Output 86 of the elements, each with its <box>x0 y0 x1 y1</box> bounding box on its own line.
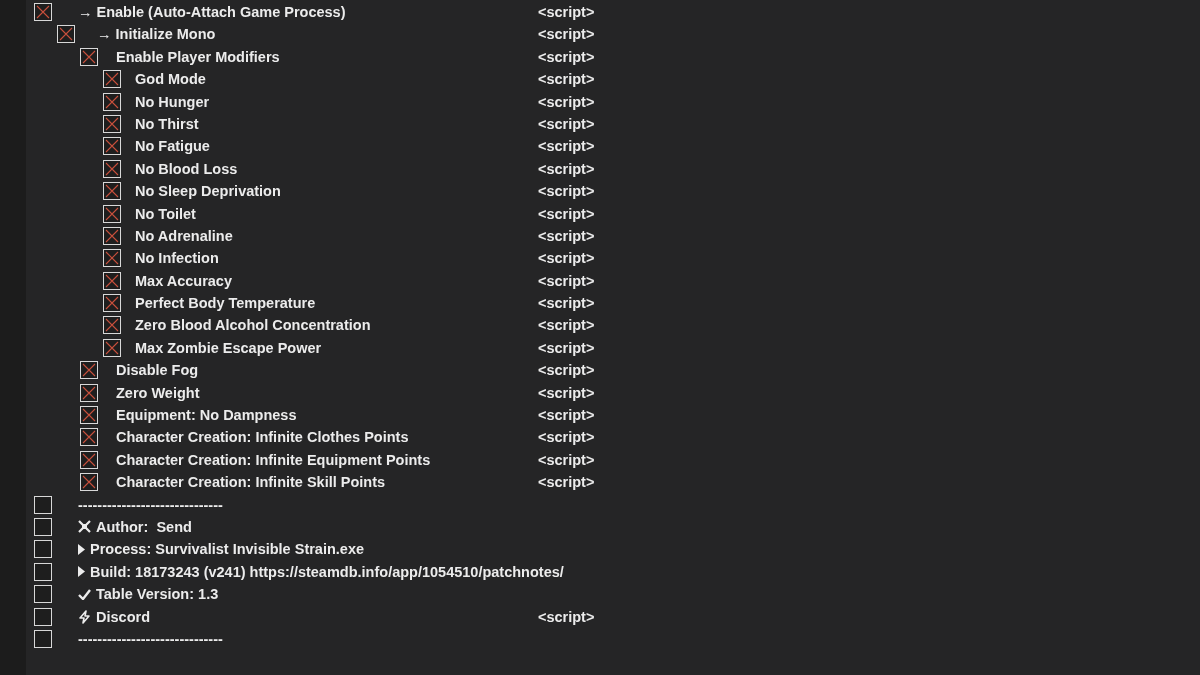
bolt-icon <box>78 609 91 624</box>
entry-description: No Infection <box>135 250 219 267</box>
checkbox[interactable] <box>34 540 52 559</box>
crossbones-icon <box>78 520 91 534</box>
entry-description: No Adrenaline <box>135 227 233 244</box>
entry-description: No Sleep Deprivation <box>135 183 281 200</box>
checkbox[interactable] <box>103 114 121 133</box>
entry-value: <script> <box>538 4 595 20</box>
entry-value: <script> <box>538 205 595 222</box>
triangle-icon <box>78 566 85 578</box>
entry-value: <script> <box>538 250 595 267</box>
entry-description: ------------------------------ <box>78 630 223 647</box>
entry-value: <script> <box>538 71 595 88</box>
checkbox[interactable] <box>80 406 98 425</box>
entry-value: <script> <box>538 93 595 110</box>
entry-description: Table Version: 1.3 <box>96 586 219 603</box>
checkbox[interactable] <box>34 607 52 626</box>
check-icon <box>78 588 91 600</box>
checkbox[interactable] <box>80 361 98 380</box>
checkbox[interactable] <box>103 338 121 357</box>
entry-description: Zero Weight <box>116 384 200 401</box>
entry-value: <script> <box>538 407 595 424</box>
checkbox[interactable] <box>34 585 52 604</box>
checkbox[interactable] <box>103 159 121 178</box>
entry-value: <script> <box>538 272 595 289</box>
entry-value: <script> <box>538 115 595 132</box>
entry-value: <script> <box>538 48 595 65</box>
entry-description: No Thirst <box>135 115 199 132</box>
entry-value: <script> <box>538 160 595 177</box>
entry-value: <script> <box>538 26 595 43</box>
entry-value: <script> <box>538 138 595 155</box>
checkbox[interactable] <box>80 473 98 492</box>
entry-description: Enable Player Modifiers <box>116 48 280 65</box>
entry-description: No Hunger <box>135 93 210 110</box>
entry-description: ------------------------------ <box>78 496 223 513</box>
triangle-icon <box>78 543 85 555</box>
checkbox[interactable] <box>103 249 121 268</box>
entry-description: Disable Fog <box>116 362 199 379</box>
checkbox[interactable] <box>34 629 52 648</box>
entry-value: <script> <box>538 295 595 312</box>
checkbox[interactable] <box>103 70 121 89</box>
entry-description: God Mode <box>135 71 206 88</box>
checkbox[interactable] <box>103 204 121 223</box>
entry-value: <script> <box>538 451 595 468</box>
checkbox[interactable] <box>103 182 121 201</box>
entry-description: Zero Blood Alcohol Concentration <box>135 317 371 334</box>
entry-value: <script> <box>538 183 595 200</box>
checkbox[interactable] <box>57 25 75 44</box>
entry-value: <script> <box>538 384 595 401</box>
entry-description: Equipment: No Dampness <box>116 407 297 424</box>
checkbox[interactable] <box>103 294 121 313</box>
checkbox[interactable] <box>80 383 98 402</box>
entry-description: Author: Send <box>96 519 192 535</box>
checkbox[interactable] <box>103 137 121 156</box>
entry-description: Character Creation: Infinite Clothes Points <box>116 429 409 446</box>
checkbox[interactable] <box>103 92 121 111</box>
entry-description: Character Creation: Infinite Equipment Points <box>116 451 431 468</box>
entry-description: → Initialize Mono <box>97 26 216 43</box>
entry-description: → Enable (Auto-Attach Game Process) <box>78 4 346 20</box>
entry-description: Build: 18173243 (v241) https://steamdb.info/app/1054510/patchnotes/ <box>90 563 564 580</box>
checkbox[interactable] <box>80 428 98 447</box>
entry-description: Perfect Body Temperature <box>135 295 316 312</box>
entry-value: <script> <box>538 317 595 334</box>
entry-description: Process: Survivalist Invisible Strain.exe <box>90 541 365 558</box>
checkbox[interactable] <box>34 518 52 536</box>
entry-value: <script> <box>538 339 595 356</box>
checkbox[interactable] <box>103 226 121 245</box>
checkbox[interactable] <box>34 562 52 581</box>
entry-description: No Toilet <box>135 205 196 222</box>
checkbox[interactable] <box>34 3 52 21</box>
entry-value: <script> <box>538 227 595 244</box>
entry-value: <script> <box>538 429 595 446</box>
checkbox[interactable] <box>103 316 121 335</box>
entry-value: <script> <box>538 608 595 625</box>
checkbox[interactable] <box>80 450 98 469</box>
entry-description: No Fatigue <box>135 138 210 155</box>
entry-description: Discord <box>96 608 150 625</box>
checkbox[interactable] <box>80 47 98 66</box>
entry-description: Character Creation: Infinite Skill Points <box>116 474 386 491</box>
entry-description: No Blood Loss <box>135 160 238 177</box>
checkbox[interactable] <box>103 271 121 290</box>
entry-value: <script> <box>538 362 595 379</box>
entry-description: Max Zombie Escape Power <box>135 339 322 356</box>
checkbox[interactable] <box>34 495 52 514</box>
entry-description: Max Accuracy <box>135 272 232 289</box>
entry-value: <script> <box>538 474 595 491</box>
